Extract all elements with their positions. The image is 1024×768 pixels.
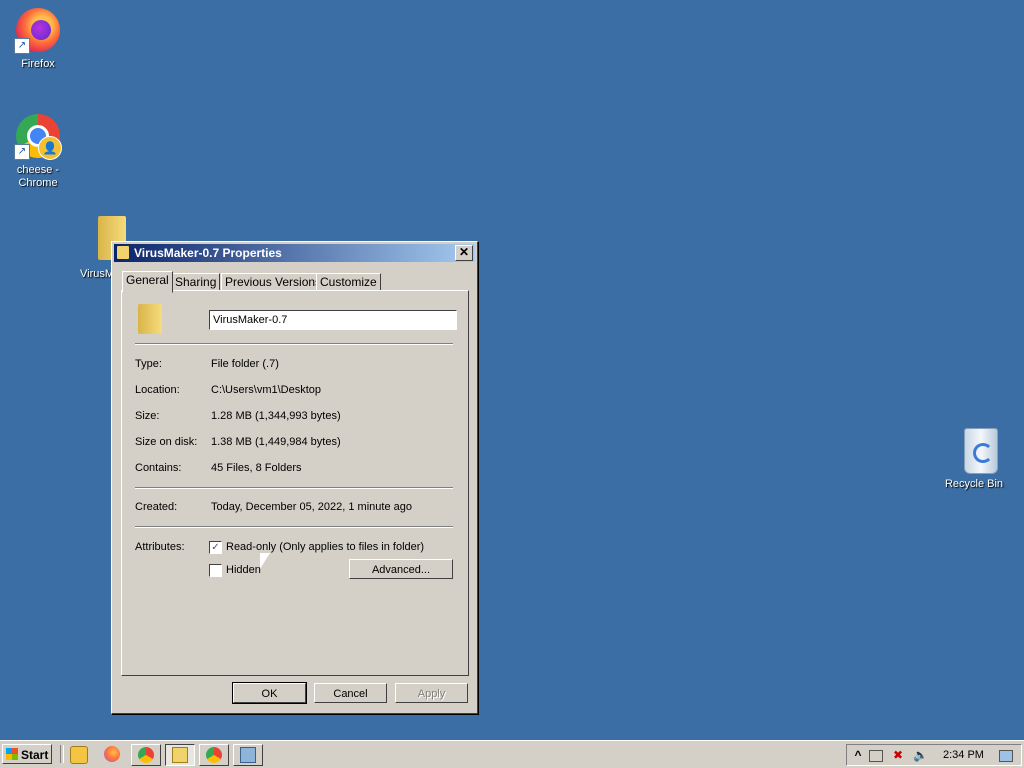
folder-icon: [117, 246, 129, 259]
tab-general[interactable]: General: [122, 271, 173, 293]
clock[interactable]: 2:34 PM: [943, 748, 984, 762]
contains-label: Contains:: [135, 462, 182, 474]
shortcut-arrow-icon: ↗: [14, 144, 30, 160]
separator: [135, 487, 453, 489]
folder-icon: [172, 747, 188, 763]
contains-value: 45 Files, 8 Folders: [211, 462, 302, 474]
chrome-taskbar-button[interactable]: [131, 744, 161, 766]
advanced-button[interactable]: Advanced...: [349, 559, 453, 579]
readonly-label[interactable]: Read-only (Only applies to files in fold…: [226, 541, 424, 553]
size-on-disk-label: Size on disk:: [135, 436, 198, 448]
location-label: Location:: [135, 384, 180, 396]
cancel-button[interactable]: Cancel: [314, 683, 387, 703]
properties-dialog: VirusMaker-0.7 Properties ✕ General Shar…: [111, 241, 478, 714]
windows-logo-icon: [6, 748, 18, 760]
chrome-profile-taskbar-button[interactable]: [199, 744, 229, 766]
taskbar: Start ^ ✖ 🔈 2:34 PM: [0, 740, 1024, 768]
system-tray: ^ ✖ 🔈 2:34 PM: [846, 744, 1022, 766]
explorer-taskbar-button[interactable]: [165, 744, 195, 766]
profile-icon: 👤: [38, 136, 62, 160]
type-value: File folder (.7): [211, 358, 279, 370]
type-label: Type:: [135, 358, 162, 370]
dialog-titlebar[interactable]: VirusMaker-0.7 Properties ✕: [114, 244, 475, 262]
chrome-icon: [138, 747, 154, 763]
attributes-label: Attributes:: [135, 541, 185, 553]
size-value: 1.28 MB (1,344,993 bytes): [211, 410, 341, 422]
start-button[interactable]: Start: [2, 744, 52, 764]
chrome-icon: 👤 ↗: [14, 112, 62, 160]
general-tab-panel: Type: File folder (.7) Location: C:\User…: [121, 290, 469, 676]
window-icon: [240, 747, 256, 763]
readonly-checkbox[interactable]: ✓: [209, 541, 222, 554]
volume-icon[interactable]: 🔈: [913, 748, 928, 762]
desktop-icon-label: Firefox: [21, 58, 55, 70]
ok-button[interactable]: OK: [232, 682, 307, 704]
taskbar-separator: [60, 745, 64, 763]
desktop-icon-recycle-bin[interactable]: Recycle Bin: [934, 426, 1014, 491]
tray-expand-icon[interactable]: ^: [851, 748, 865, 762]
folder-name-input[interactable]: [209, 310, 457, 330]
chrome-icon: [206, 747, 222, 763]
firefox-icon: ↗: [14, 6, 62, 54]
desktop-icon-label: Recycle Bin: [944, 478, 1004, 490]
shortcut-arrow-icon: ↗: [14, 38, 30, 54]
apply-button[interactable]: Apply: [395, 683, 468, 703]
hidden-checkbox[interactable]: [209, 564, 222, 577]
dialog-title: VirusMaker-0.7 Properties: [134, 246, 282, 260]
desktop-icon-chrome[interactable]: 👤 ↗ cheese - Chrome: [0, 112, 78, 190]
start-label: Start: [21, 748, 49, 762]
location-value: C:\Users\vm1\Desktop: [211, 384, 322, 396]
separator: [135, 526, 453, 528]
firefox-taskbar-icon[interactable]: [104, 746, 120, 762]
created-value: Today, December 05, 2022, 1 minute ago: [211, 501, 412, 513]
separator: [135, 343, 453, 345]
size-on-disk-value: 1.38 MB (1,449,984 bytes): [211, 436, 341, 448]
close-button[interactable]: ✕: [455, 245, 473, 261]
folder-icon: [138, 304, 162, 334]
hidden-label[interactable]: Hidden: [226, 564, 261, 576]
desktop-icon-firefox[interactable]: ↗ Firefox: [0, 6, 78, 71]
created-label: Created:: [135, 501, 178, 513]
system-taskbar-button[interactable]: [233, 744, 263, 766]
mouse-cursor-icon: [260, 553, 270, 569]
show-desktop-icon[interactable]: [999, 750, 1013, 762]
media-player-icon[interactable]: [70, 746, 88, 764]
size-label: Size:: [135, 410, 160, 422]
network-error-icon[interactable]: ✖: [891, 748, 905, 762]
desktop-icon-label: cheese - Chrome: [16, 164, 60, 189]
recycle-bin-icon: [950, 426, 998, 474]
network-icon[interactable]: [869, 750, 883, 762]
